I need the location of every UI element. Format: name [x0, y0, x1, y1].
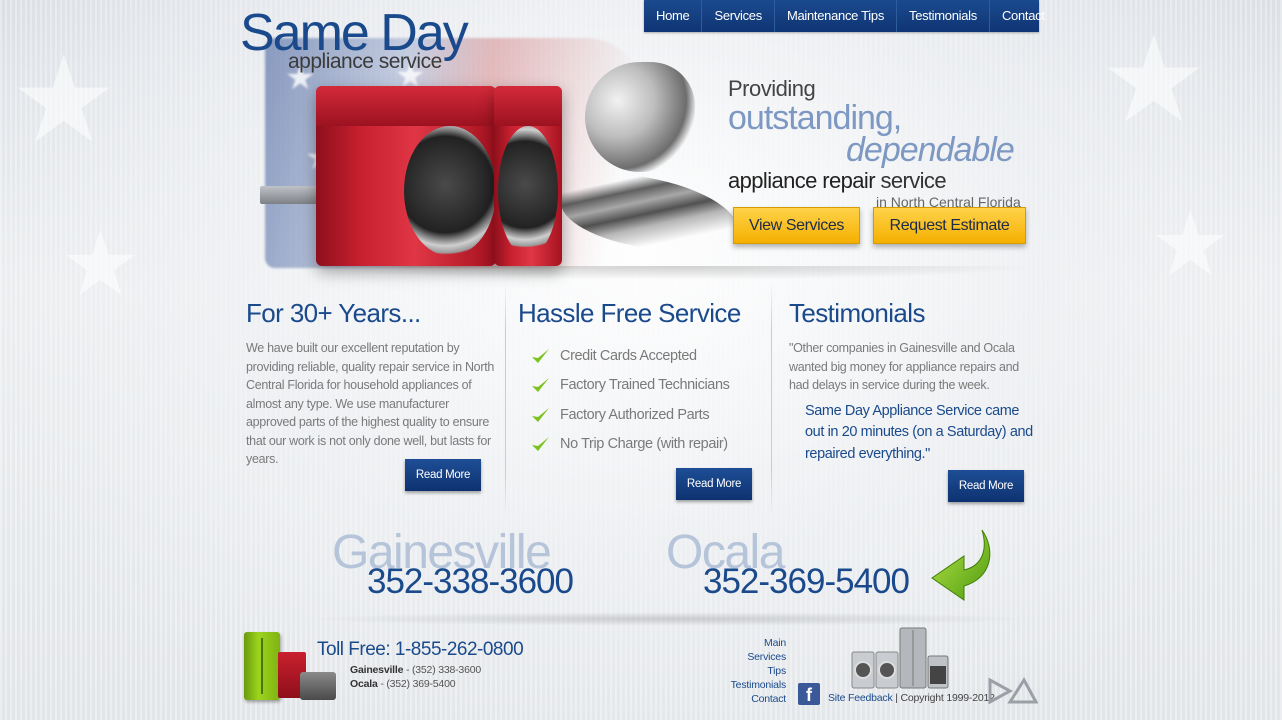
footer-gainesville: Gainesville - (352) 338-3600	[350, 664, 481, 676]
background-star: ★	[1150, 195, 1231, 295]
list-item: No Trip Charge (with repair)	[530, 430, 768, 460]
benefit-label: Factory Authorized Parts	[560, 406, 710, 423]
checkmark-icon	[532, 437, 549, 452]
footer-ocala: Ocala - (352) 369-5400	[350, 678, 456, 690]
column-hassle-free: Hassle Free Service Credit Cards Accepte…	[518, 298, 768, 459]
green-arrow-icon	[931, 529, 991, 601]
dryer-image	[494, 86, 562, 266]
site-feedback-link[interactable]: Site Feedback	[828, 692, 893, 704]
appliances-image	[851, 627, 949, 689]
footer-links: Main Services Tips Testimonials Contact	[731, 636, 787, 706]
footer-link-testimonials[interactable]: Testimonials	[731, 678, 787, 692]
column-divider	[505, 282, 506, 518]
background-star: ★	[10, 33, 118, 167]
benefit-label: Credit Cards Accepted	[560, 347, 697, 364]
background-star: ★	[60, 215, 141, 315]
footer-shadow	[300, 612, 1040, 626]
toll-free-number[interactable]: Toll Free: 1-855-262-0800	[317, 639, 524, 661]
view-services-button[interactable]: View Services	[733, 207, 860, 244]
read-more-experience-button[interactable]: Read More	[405, 459, 481, 491]
eagle-image	[585, 62, 695, 172]
gainesville-phone[interactable]: 352-338-3600	[367, 562, 574, 602]
list-item: Factory Trained Technicians	[530, 371, 768, 401]
footer-link-tips[interactable]: Tips	[731, 664, 786, 678]
hassle-free-heading: Hassle Free Service	[518, 298, 741, 328]
tagline-outstanding: outstanding,	[728, 99, 902, 137]
nav-services[interactable]: Services	[702, 0, 775, 32]
fridge-image	[244, 632, 280, 700]
checkmark-icon	[532, 407, 549, 422]
site-logo[interactable]: Same Day appliance service	[240, 6, 469, 73]
footer-link-main[interactable]: Main	[731, 636, 786, 650]
read-more-hassle-free-button[interactable]: Read More	[676, 468, 752, 500]
testimonials-heading: Testimonials	[789, 298, 925, 328]
request-estimate-button[interactable]: Request Estimate	[873, 207, 1026, 244]
footer-link-services[interactable]: Services	[731, 650, 786, 664]
nav-maintenance-tips[interactable]: Maintenance Tips	[775, 0, 898, 32]
benefits-list: Credit Cards Accepted Factory Trained Te…	[530, 341, 768, 459]
tagline-appliance-repair: appliance repair service	[728, 168, 947, 193]
ocala-phone[interactable]: 352-369-5400	[703, 562, 910, 602]
footer-copyright: Site Feedback | Copyright 1999-2012	[828, 692, 995, 704]
nav-home[interactable]: Home	[644, 0, 703, 32]
benefit-label: Factory Trained Technicians	[560, 377, 730, 394]
tagline-dependable: dependable	[846, 131, 1015, 169]
list-item: Factory Authorized Parts	[530, 400, 768, 430]
benefit-label: No Trip Charge (with repair)	[560, 436, 728, 453]
hero-tagline: Providing outstanding, dependable applia…	[728, 76, 1028, 210]
footer-link-contact[interactable]: Contact	[731, 692, 786, 706]
background-star: ★	[1100, 13, 1208, 147]
main-nav: Home Services Maintenance Tips Testimoni…	[644, 0, 1045, 32]
column-experience: For 30+ Years... We have built our excel…	[246, 298, 500, 469]
facebook-icon[interactable]: f	[798, 683, 820, 705]
logo-subtitle: appliance service	[288, 50, 442, 73]
washer-image	[316, 86, 496, 266]
checkmark-icon	[532, 378, 549, 393]
nav-testimonials[interactable]: Testimonials	[897, 0, 990, 32]
experience-heading: For 30+ Years...	[246, 298, 421, 328]
designer-logo[interactable]	[988, 676, 1038, 704]
checkmark-icon	[532, 348, 549, 363]
testimonial-quote-intro: "Other companies in Gainesville and Ocal…	[789, 341, 1019, 392]
list-item: Credit Cards Accepted	[530, 341, 768, 371]
column-divider	[771, 282, 772, 518]
toolbox-image	[300, 672, 336, 700]
nav-contact[interactable]: Contact	[990, 0, 1057, 32]
testimonial-quote-highlight: Same Day Appliance Service came out in 2…	[805, 402, 1033, 462]
column-testimonials: Testimonials "Other companies in Gainesv…	[789, 298, 1035, 465]
experience-text: We have built our excellent reputation b…	[246, 341, 495, 466]
read-more-testimonials-button[interactable]: Read More	[948, 470, 1024, 502]
hero-shadow	[300, 266, 1040, 280]
